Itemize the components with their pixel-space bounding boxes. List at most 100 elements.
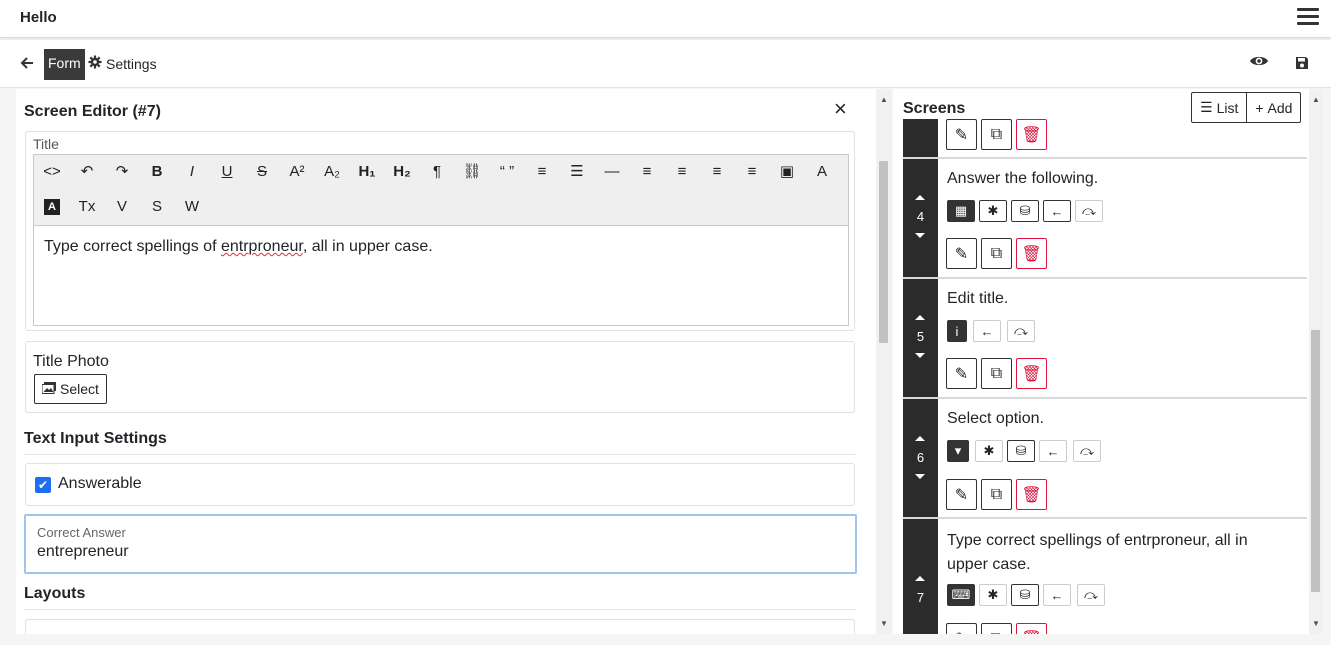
strikethrough-icon[interactable]: S (248, 159, 276, 185)
unordered-list-icon[interactable]: ☰ (563, 159, 591, 185)
skip-icon: ⤼ (1077, 584, 1105, 606)
required-asterisk-icon: ✱ (979, 200, 1007, 222)
tab-form[interactable]: Form (44, 49, 85, 80)
back-arrow-icon: ← (1043, 584, 1071, 606)
hamburger-menu-icon[interactable] (1297, 8, 1319, 28)
duplicate-button[interactable]: ⧉ (981, 238, 1012, 269)
select-photo-button[interactable]: Select (34, 374, 107, 404)
align-right-icon[interactable]: ≡ (668, 159, 696, 185)
toolbar-s-button[interactable]: S (143, 194, 171, 220)
heading-2-icon[interactable]: H₂ (388, 159, 416, 185)
title-editor-content[interactable]: Type correct spellings of entrproneur, a… (34, 226, 848, 268)
preview-eye-icon[interactable] (1249, 54, 1269, 73)
scrollbar-thumb[interactable] (879, 161, 888, 343)
source-code-icon[interactable]: <> (38, 159, 66, 185)
screen-item[interactable]: 5 Edit title. i ← ⤼ ✎ ⧉ 🗑 (903, 279, 1307, 399)
toolbar-w-button[interactable]: W (178, 194, 206, 220)
move-up-icon[interactable] (915, 315, 925, 320)
screens-title: Screens (903, 100, 966, 117)
rich-text-toolbar: <> ↶ ↷ B I U S A² A₂ H₁ H₂ ¶ ⛓ “ ” ≡ ☰ —… (34, 155, 848, 226)
blockquote-icon[interactable]: “ ” (493, 159, 521, 185)
screen-title: Select option. (947, 410, 1044, 427)
subscript-icon[interactable]: A₂ (318, 159, 346, 185)
italic-icon[interactable]: I (178, 159, 206, 185)
move-down-icon[interactable] (915, 233, 925, 238)
heading-1-icon[interactable]: H₁ (353, 159, 381, 185)
move-up-icon[interactable] (915, 436, 925, 441)
paragraph-icon[interactable]: ¶ (423, 159, 451, 185)
top-bar: Hello (0, 0, 1331, 38)
close-icon[interactable]: × (834, 98, 847, 120)
scroll-down-arrow-icon[interactable]: ▼ (1312, 619, 1320, 628)
skip-icon: ⤼ (1073, 440, 1101, 462)
edit-button[interactable]: ✎ (946, 119, 977, 150)
ordered-list-icon[interactable]: ≡ (528, 159, 556, 185)
title-photo-card: Title Photo Select (25, 341, 855, 413)
answerable-label: Answerable (58, 475, 142, 492)
undo-icon[interactable]: ↶ (73, 159, 101, 185)
divider (24, 609, 856, 610)
move-up-icon[interactable] (915, 576, 925, 581)
keyboard-icon: ⌨ (947, 584, 975, 606)
align-justify-icon[interactable]: ≡ (738, 159, 766, 185)
scroll-down-arrow-icon[interactable]: ▼ (880, 619, 888, 628)
rich-text-editor[interactable]: <> ↶ ↷ B I U S A² A₂ H₁ H₂ ¶ ⛓ “ ” ≡ ☰ —… (33, 154, 849, 326)
delete-button[interactable]: 🗑 (1016, 119, 1047, 150)
screen-number: 7 (916, 590, 925, 605)
screen-item-sidebar: 6 (903, 399, 938, 517)
delete-button[interactable]: 🗑 (1016, 479, 1047, 510)
horizontal-rule-icon[interactable]: — (598, 159, 626, 185)
title-text-part: , all in upper case. (302, 238, 433, 255)
background-color-icon[interactable]: A (38, 194, 66, 220)
delete-button[interactable]: 🗑 (1016, 358, 1047, 389)
database-icon: ⛁ (1007, 440, 1035, 462)
duplicate-button[interactable]: ⧉ (981, 119, 1012, 150)
delete-button[interactable]: 🗑 (1016, 623, 1047, 634)
back-arrow-icon[interactable] (20, 54, 34, 74)
image-icon[interactable]: ▣ (773, 159, 801, 185)
bold-icon[interactable]: B (143, 159, 171, 185)
settings-label: Settings (106, 55, 157, 72)
move-down-icon[interactable] (915, 474, 925, 479)
dropdown-caret-icon: ▾ (947, 440, 969, 462)
move-up-icon[interactable] (915, 195, 925, 200)
screen-item-current[interactable]: 7 Type correct spellings of entrproneur,… (903, 519, 1307, 634)
tab-settings[interactable]: Settings (88, 55, 157, 72)
edit-button[interactable]: ✎ (946, 238, 977, 269)
required-asterisk-icon: ✱ (979, 584, 1007, 606)
correct-answer-field[interactable]: Correct Answer entrepreneur (24, 514, 857, 574)
left-scrollbar[interactable]: ▲ ▼ (876, 89, 891, 634)
add-button[interactable]: + Add (1246, 93, 1300, 122)
duplicate-button[interactable]: ⧉ (981, 623, 1012, 634)
move-down-icon[interactable] (915, 353, 925, 358)
screen-item[interactable]: 4 Answer the following. ▦ ✱ ⛁ ← ⤼ ✎ ⧉ 🗑 (903, 159, 1307, 279)
unlink-icon[interactable]: ⛓ (458, 159, 486, 185)
save-icon[interactable] (1295, 56, 1309, 75)
redo-icon[interactable]: ↷ (108, 159, 136, 185)
align-center-icon[interactable]: ≡ (703, 159, 731, 185)
delete-button[interactable]: 🗑 (1016, 238, 1047, 269)
edit-button[interactable]: ✎ (946, 358, 977, 389)
right-scrollbar[interactable]: ▲ ▼ (1309, 89, 1323, 634)
clear-format-icon[interactable]: Tx (73, 194, 101, 220)
duplicate-button[interactable]: ⧉ (981, 479, 1012, 510)
title-photo-label: Title Photo (33, 353, 109, 370)
superscript-icon[interactable]: A² (283, 159, 311, 185)
duplicate-button[interactable]: ⧉ (981, 358, 1012, 389)
scroll-up-arrow-icon[interactable]: ▲ (880, 95, 888, 104)
scrollbar-thumb[interactable] (1311, 330, 1320, 592)
font-color-icon[interactable]: A (808, 159, 836, 185)
database-icon: ⛁ (1011, 200, 1039, 222)
divider (24, 454, 856, 455)
screen-item[interactable]: 6 Select option. ▾ ✱ ⛁ ← ⤼ ✎ ⧉ 🗑 (903, 399, 1307, 519)
edit-button[interactable]: ✎ (946, 623, 977, 634)
correct-answer-value[interactable]: entrepreneur (37, 543, 129, 561)
edit-button[interactable]: ✎ (946, 479, 977, 510)
toolbar-v-button[interactable]: V (108, 194, 136, 220)
list-button[interactable]: ☰ List (1192, 93, 1246, 122)
screen-item-sidebar (903, 119, 938, 157)
underline-icon[interactable]: U (213, 159, 241, 185)
scroll-up-arrow-icon[interactable]: ▲ (1312, 95, 1320, 104)
answerable-checkbox[interactable]: ✔ (35, 477, 51, 493)
align-left-icon[interactable]: ≡ (633, 159, 661, 185)
